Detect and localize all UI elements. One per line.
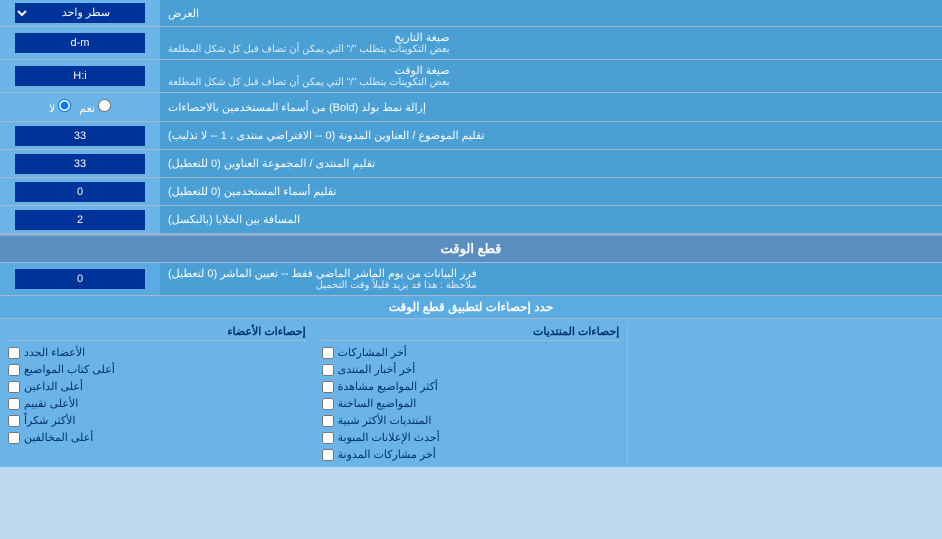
main-container: العرض سطر واحدسطرينثلاثة أسطر صيغة التار… [0, 0, 942, 467]
cell-spacing-label: المسافة بين الخلايا (بالبكسل) [160, 206, 942, 233]
forum-stats-header: إحصاءات المنتديات [322, 323, 620, 341]
time-cutoff-title: قطع الوقت [441, 241, 502, 256]
username-trim-input-area [0, 178, 160, 205]
member-stats-col: إحصاءات الأعضاء الأعضاء الجدد أعلى كتاب … [0, 323, 314, 463]
forum-trim-label: تقليم المنتدى / المجموعة العناوين (0 للت… [160, 150, 942, 177]
cb-top-posters-input[interactable] [8, 364, 20, 376]
cb-top-posters-label: أعلى كتاب المواضيع [24, 363, 115, 376]
checkboxes-container: إحصاءات المنتديات أخر المشاركات أخر أخبا… [0, 319, 942, 467]
cb-last-shared: أخر مشاركات المدونة [322, 446, 620, 463]
date-format-label: صيغة التاريخ بعض التكوينات يتطلب "/" الت… [160, 27, 942, 59]
time-cutoff-note: ملاحظة : هذا قد يزيد قليلاً وقت التحميل [168, 280, 477, 291]
cb-last-news: أخر أخبار المنتدى [322, 361, 620, 378]
username-trim-input[interactable] [15, 182, 145, 202]
cb-most-viewed-input[interactable] [322, 381, 334, 393]
cell-spacing-input-area [0, 206, 160, 233]
cb-most-similar: المنتديات الأكثر شبية [322, 412, 620, 429]
time-format-input-area [0, 60, 160, 92]
cell-spacing-row: المسافة بين الخلايا (بالبكسل) [0, 206, 942, 234]
cb-last-shared-label: أخر مشاركات المدونة [338, 448, 436, 461]
time-cutoff-main-label: فرز البيانات من يوم الماشر الماضي فقط --… [168, 267, 477, 280]
cb-most-similar-label: المنتديات الأكثر شبية [338, 414, 432, 427]
cb-most-thanks-input[interactable] [8, 415, 20, 427]
time-format-title: صيغة الوقت [168, 64, 450, 77]
display-select-area: سطر واحدسطرينثلاثة أسطر [0, 0, 160, 26]
display-row: العرض سطر واحدسطرينثلاثة أسطر [0, 0, 942, 27]
date-format-input-area [0, 27, 160, 59]
date-format-row: صيغة التاريخ بعض التكوينات يتطلب "/" الت… [0, 27, 942, 60]
cb-last-news-label: أخر أخبار المنتدى [338, 363, 416, 376]
cb-last-announces-input[interactable] [322, 432, 334, 444]
bold-remove-row: إزالة نمط بولد (Bold) من أسماء المستخدمي… [0, 93, 942, 122]
cb-most-thanks-label: الأكثر شكراً [24, 414, 75, 427]
display-select[interactable]: سطر واحدسطرينثلاثة أسطر [15, 3, 145, 23]
topic-trim-row: تقليم الموضوع / العناوين المدونة (0 -- ا… [0, 122, 942, 150]
time-cutoff-header: قطع الوقت [0, 234, 942, 263]
username-trim-label: تقليم أسماء المستخدمين (0 للتعطيل) [160, 178, 942, 205]
cb-most-viewed: أكثر المواضيع مشاهدة [322, 378, 620, 395]
cb-most-thanks: الأكثر شكراً [8, 412, 306, 429]
forum-stats-col: إحصاءات المنتديات أخر المشاركات أخر أخبا… [314, 323, 629, 463]
bold-yes-label: نعم [79, 99, 111, 115]
forum-trim-row: تقليم المنتدى / المجموعة العناوين (0 للت… [0, 150, 942, 178]
topic-trim-label: تقليم الموضوع / العناوين المدونة (0 -- ا… [160, 122, 942, 149]
cb-top-online-label: أعلى الداعين [24, 380, 83, 393]
time-cutoff-input[interactable] [15, 269, 145, 289]
cb-new-members-input[interactable] [8, 347, 20, 359]
cb-last-posts-input[interactable] [322, 347, 334, 359]
cb-old-topics-label: المواضيع الساخنة [338, 397, 417, 410]
forum-trim-input-area [0, 150, 160, 177]
stats-spacer [628, 323, 942, 463]
time-cutoff-row: فرز البيانات من يوم الماشر الماضي فقط --… [0, 263, 942, 296]
cb-top-refs-label: أعلى المخالفين [24, 431, 93, 444]
time-format-label: صيغة الوقت بعض التكوينات يتطلب "/" التي … [160, 60, 942, 92]
bold-yes-radio[interactable] [98, 99, 111, 112]
cb-last-shared-input[interactable] [322, 449, 334, 461]
member-stats-header: إحصاءات الأعضاء [8, 323, 306, 341]
display-label: العرض [160, 0, 942, 26]
cb-top-posters: أعلى كتاب المواضيع [8, 361, 306, 378]
date-format-note: بعض التكوينات يتطلب "/" التي يمكن أن تضا… [168, 44, 450, 55]
stats-limit-row: حدد إحصاءات لتطبيق قطع الوقت [0, 296, 942, 319]
stats-limit-label: حدد إحصاءات لتطبيق قطع الوقت [0, 296, 942, 318]
forum-trim-input[interactable] [15, 154, 145, 174]
bold-remove-radio-area: نعم لا [0, 93, 160, 121]
cb-last-news-input[interactable] [322, 364, 334, 376]
cb-most-viewed-label: أكثر المواضيع مشاهدة [338, 380, 438, 393]
time-format-row: صيغة الوقت بعض التكوينات يتطلب "/" التي … [0, 60, 942, 93]
cell-spacing-input[interactable] [15, 210, 145, 230]
date-format-input[interactable] [15, 33, 145, 53]
cb-most-similar-input[interactable] [322, 415, 334, 427]
date-format-title: صيغة التاريخ [168, 31, 450, 44]
time-format-input[interactable] [15, 66, 145, 86]
cb-top-rating-label: الأعلى تقييم [24, 397, 78, 410]
cb-top-rating-input[interactable] [8, 398, 20, 410]
cb-top-online: أعلى الداعين [8, 378, 306, 395]
time-cutoff-input-area [0, 263, 160, 295]
cb-top-refs: أعلى المخالفين [8, 429, 306, 446]
cb-last-posts: أخر المشاركات [322, 344, 620, 361]
cb-last-announces: أحدث الإعلانات المبوبة [322, 429, 620, 446]
username-trim-row: تقليم أسماء المستخدمين (0 للتعطيل) [0, 178, 942, 206]
cb-top-refs-input[interactable] [8, 432, 20, 444]
topic-trim-input[interactable] [15, 126, 145, 146]
cb-old-topics: المواضيع الساخنة [322, 395, 620, 412]
time-cutoff-label: فرز البيانات من يوم الماشر الماضي فقط --… [160, 263, 942, 295]
cb-last-announces-label: أحدث الإعلانات المبوبة [338, 431, 440, 444]
bold-remove-label: إزالة نمط بولد (Bold) من أسماء المستخدمي… [160, 93, 942, 121]
cb-top-online-input[interactable] [8, 381, 20, 393]
cb-last-posts-label: أخر المشاركات [338, 346, 407, 359]
bold-no-label: لا [49, 99, 71, 115]
cb-new-members-label: الأعضاء الجدد [24, 346, 85, 359]
cb-top-rating: الأعلى تقييم [8, 395, 306, 412]
topic-trim-input-area [0, 122, 160, 149]
time-format-note: بعض التكوينات يتطلب "/" التي يمكن أن تضا… [168, 77, 450, 88]
cb-new-members: الأعضاء الجدد [8, 344, 306, 361]
cb-old-topics-input[interactable] [322, 398, 334, 410]
bold-no-radio[interactable] [58, 99, 71, 112]
